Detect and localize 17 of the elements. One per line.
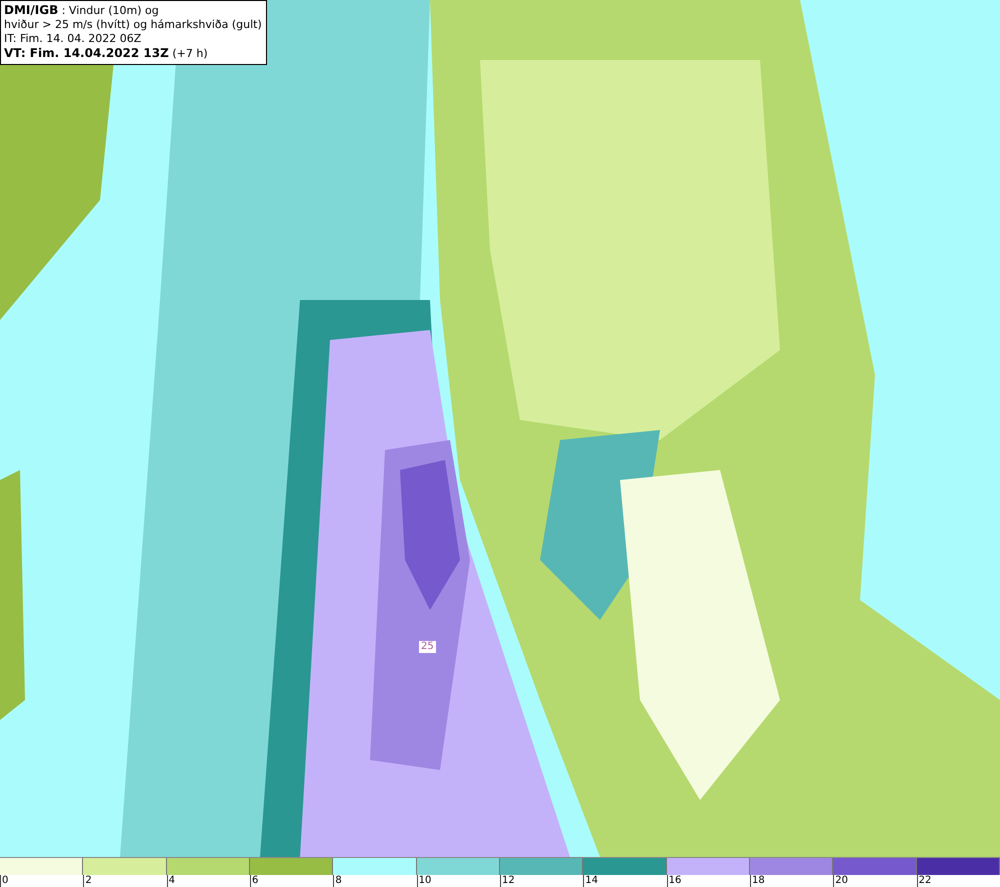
legend-label: 2 (84, 875, 92, 887)
info-text: VT: Fim. 14.04.2022 13Z (+7 h) (4, 46, 209, 61)
contour-label: 25 (419, 641, 436, 653)
info-text: IT: Fim. 14. 04. 2022 06Z (4, 32, 142, 46)
legend-label: 14 (584, 875, 598, 887)
legend-label: 12 (500, 875, 515, 887)
legend-label: 22 (918, 875, 932, 887)
info-text: hviður > 25 m/s (hvítt) og hámarkshviða (gult) (4, 18, 262, 32)
legend-label: 0 (1, 875, 8, 887)
legend-label: 20 (834, 875, 848, 887)
legend-label: 8 (334, 875, 342, 887)
legend-label: 4 (168, 875, 176, 887)
legend-label: 10 (418, 875, 432, 887)
info-text: DMI/IGB : Vindur (10m) og (4, 3, 160, 18)
legend-label: 18 (750, 875, 765, 887)
legend-label: 6 (250, 875, 258, 887)
legend-label: 16 (668, 875, 682, 887)
